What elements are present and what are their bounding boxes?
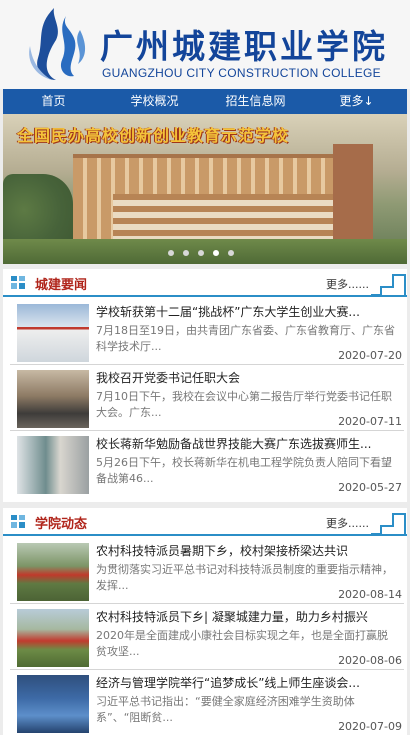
news-date: 2020-07-09 [338,720,402,733]
list-item[interactable]: 我校召开党委书记任职大会 7月10日下午，我校在会议中心第二报告厅举行党委书记任… [10,367,404,431]
list-item[interactable]: 经济与管理学院举行“追梦成长”线上师生座谈会... 习近平总书记指出：“要健全家… [10,672,404,735]
news-title: 农村科技特派员暑期下乡，校村架接桥梁达共识 [96,544,349,558]
section-title: 学院动态 [35,517,88,532]
nav-item-admissions[interactable]: 招生信息网 [205,89,306,114]
list-item[interactable]: 学校斩获第十二届“挑战杯”广东大学生创业大赛... 7月18日至19日，由共青团… [10,301,404,365]
section-header: 城建要闻 更多...... [3,269,407,297]
list-item[interactable]: 农村科技特派员暑期下乡，校村架接桥梁达共识 为贯彻落实习近平总书记对科技特派员制… [10,540,404,604]
carousel-dot[interactable] [228,250,234,256]
carousel-dots [168,250,234,256]
list-item[interactable]: 农村科技特派员下乡| 凝聚城建力量，助力乡村振兴 2020年是全面建成小康社会目… [10,606,404,670]
news-section-college: 学院动态 更多...... 农村科技特派员暑期下乡，校村架接桥梁达共识 为贯彻落… [3,508,407,735]
grid-icon [11,276,25,289]
more-link[interactable]: 更多...... [326,276,369,292]
carousel-dot[interactable] [168,250,174,256]
news-thumbnail [17,370,89,428]
news-title: 经济与管理学院举行“追梦成长”线上师生座谈会... [96,676,360,690]
news-thumbnail [17,675,89,733]
news-thumbnail [17,436,89,494]
main-nav: 首页 学校概况 招生信息网 更多↓ [3,89,407,114]
nav-item-home[interactable]: 首页 [3,89,104,114]
news-date: 2020-07-11 [338,415,402,428]
news-date: 2020-08-14 [338,588,402,601]
news-section-city: 城建要闻 更多...... 学校斩获第十二届“挑战杯”广东大学生创业大赛... … [3,269,407,502]
news-thumbnail [17,609,89,667]
school-name-cn: 广州城建职业学院 [100,27,388,66]
more-link[interactable]: 更多...... [326,515,369,531]
carousel-dot[interactable] [183,250,189,256]
corner-deco-icon [371,274,406,296]
news-title: 农村科技特派员下乡| 凝聚城建力量，助力乡村振兴 [96,610,368,624]
banner-carousel[interactable]: 全国民办高校创新创业教育示范学校 [3,114,407,264]
section-header: 学院动态 更多...... [3,508,407,536]
news-thumbnail [17,543,89,601]
flame-logo-icon[interactable] [26,6,90,82]
banner-caption: 全国民办高校创新创业教育示范学校 [17,126,290,145]
news-thumbnail [17,304,89,362]
nav-item-more[interactable]: 更多↓ [306,89,407,114]
grid-icon [11,515,25,528]
nav-item-about[interactable]: 学校概况 [104,89,205,114]
list-item[interactable]: 校长蒋新华勉励备战世界技能大赛广东选拔赛师生... 5月26日下午，校长蒋新华在… [10,433,404,497]
news-title: 学校斩获第十二届“挑战杯”广东大学生创业大赛... [96,305,360,319]
site-header: 广州城建职业学院 GUANGZHOU CITY CONSTRUCTION COL… [0,0,410,89]
news-date: 2020-08-06 [338,654,402,667]
carousel-dot[interactable] [198,250,204,256]
corner-deco-icon [371,513,406,535]
news-date: 2020-07-20 [338,349,402,362]
news-date: 2020-05-27 [338,481,402,494]
news-title: 我校召开党委书记任职大会 [96,371,241,385]
carousel-dot-active[interactable] [213,250,219,256]
school-name-en: GUANGZHOU CITY CONSTRUCTION COLLEGE [102,66,381,80]
news-title: 校长蒋新华勉励备战世界技能大赛广东选拔赛师生... [96,437,372,451]
section-title: 城建要闻 [35,278,88,293]
